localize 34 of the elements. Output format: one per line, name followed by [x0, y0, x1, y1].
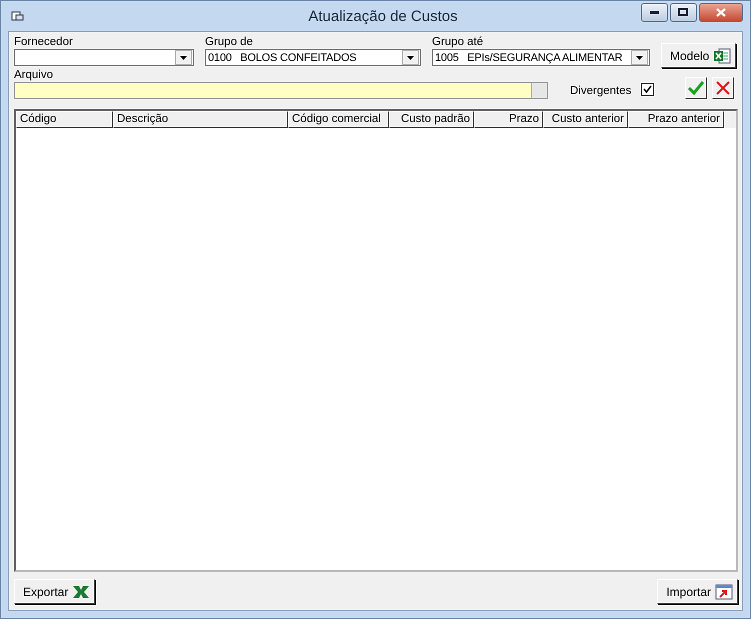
check-icon	[688, 81, 704, 95]
spreadsheet-icon	[72, 584, 90, 600]
dropdown-field[interactable]	[14, 49, 194, 66]
export-button[interactable]: Exportar	[14, 579, 96, 604]
field-label: Arquivo	[14, 69, 54, 81]
confirm-button[interactable]	[685, 77, 708, 99]
model-button[interactable]: Modelo	[661, 43, 736, 68]
field-label: Fornecedor	[14, 36, 74, 48]
app-icon	[11, 10, 25, 22]
column-header[interactable]: Prazo anterior	[628, 111, 724, 128]
field-label: Grupo de	[205, 36, 254, 48]
checkbox-label: Divergentes	[570, 85, 632, 97]
import-button[interactable]: Importar	[657, 579, 738, 604]
close-icon	[716, 8, 726, 16]
window-title: Atualização de Custos	[307, 8, 458, 24]
checkbox[interactable]	[641, 83, 654, 96]
minimize-button[interactable]	[640, 2, 668, 22]
spreadsheet-icon	[713, 48, 732, 64]
column-header[interactable]: Código	[16, 111, 113, 128]
dropdown-field[interactable]: 1005 EPIs/SEGURANÇA ALIMENTAR	[432, 49, 650, 66]
column-header[interactable]: Custo anterior	[543, 111, 628, 128]
close-icon	[716, 81, 730, 95]
dropdown-field[interactable]: 0100 BOLOS CONFEITADOS	[205, 49, 421, 66]
column-header[interactable]: Prazo	[474, 111, 543, 128]
maximize-icon	[678, 8, 688, 16]
minimize-icon	[650, 10, 659, 14]
column-header[interactable]: Código comercial	[288, 111, 389, 128]
cancel-button[interactable]	[712, 77, 734, 99]
maximize-button[interactable]	[670, 2, 697, 22]
close-button[interactable]	[698, 2, 743, 22]
field-label: Grupo até	[432, 36, 484, 48]
column-header[interactable]: Custo padrão	[389, 111, 474, 128]
file-input-field[interactable]	[14, 82, 548, 99]
column-header[interactable]: Descrição	[113, 111, 288, 128]
